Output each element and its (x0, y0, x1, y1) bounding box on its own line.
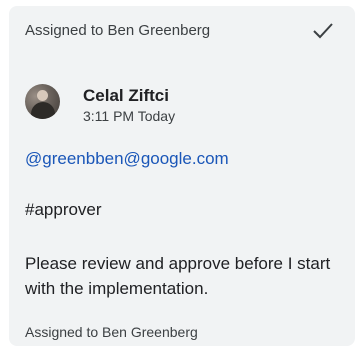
avatar[interactable] (25, 84, 60, 119)
mention-link[interactable]: @greenbben@google.com (25, 148, 229, 170)
comment-card: Assigned to Ben Greenberg Celal Ziftci 3… (9, 6, 355, 346)
hashtag-text: #approver (25, 200, 102, 219)
checkmark-icon (313, 23, 333, 39)
assignment-footer: Assigned to Ben Greenberg (25, 324, 198, 340)
avatar-body-shape (31, 102, 55, 119)
comment-header: Assigned to Ben Greenberg (25, 21, 339, 43)
avatar-head-shape (37, 90, 48, 101)
comment-body: Please review and approve before I start… (25, 254, 331, 298)
author-name: Celal Ziftci (83, 86, 169, 105)
assignment-title: Assigned to Ben Greenberg (25, 22, 211, 39)
resolve-button[interactable] (309, 17, 337, 45)
comment-timestamp: 3:11 PM Today (83, 108, 176, 124)
